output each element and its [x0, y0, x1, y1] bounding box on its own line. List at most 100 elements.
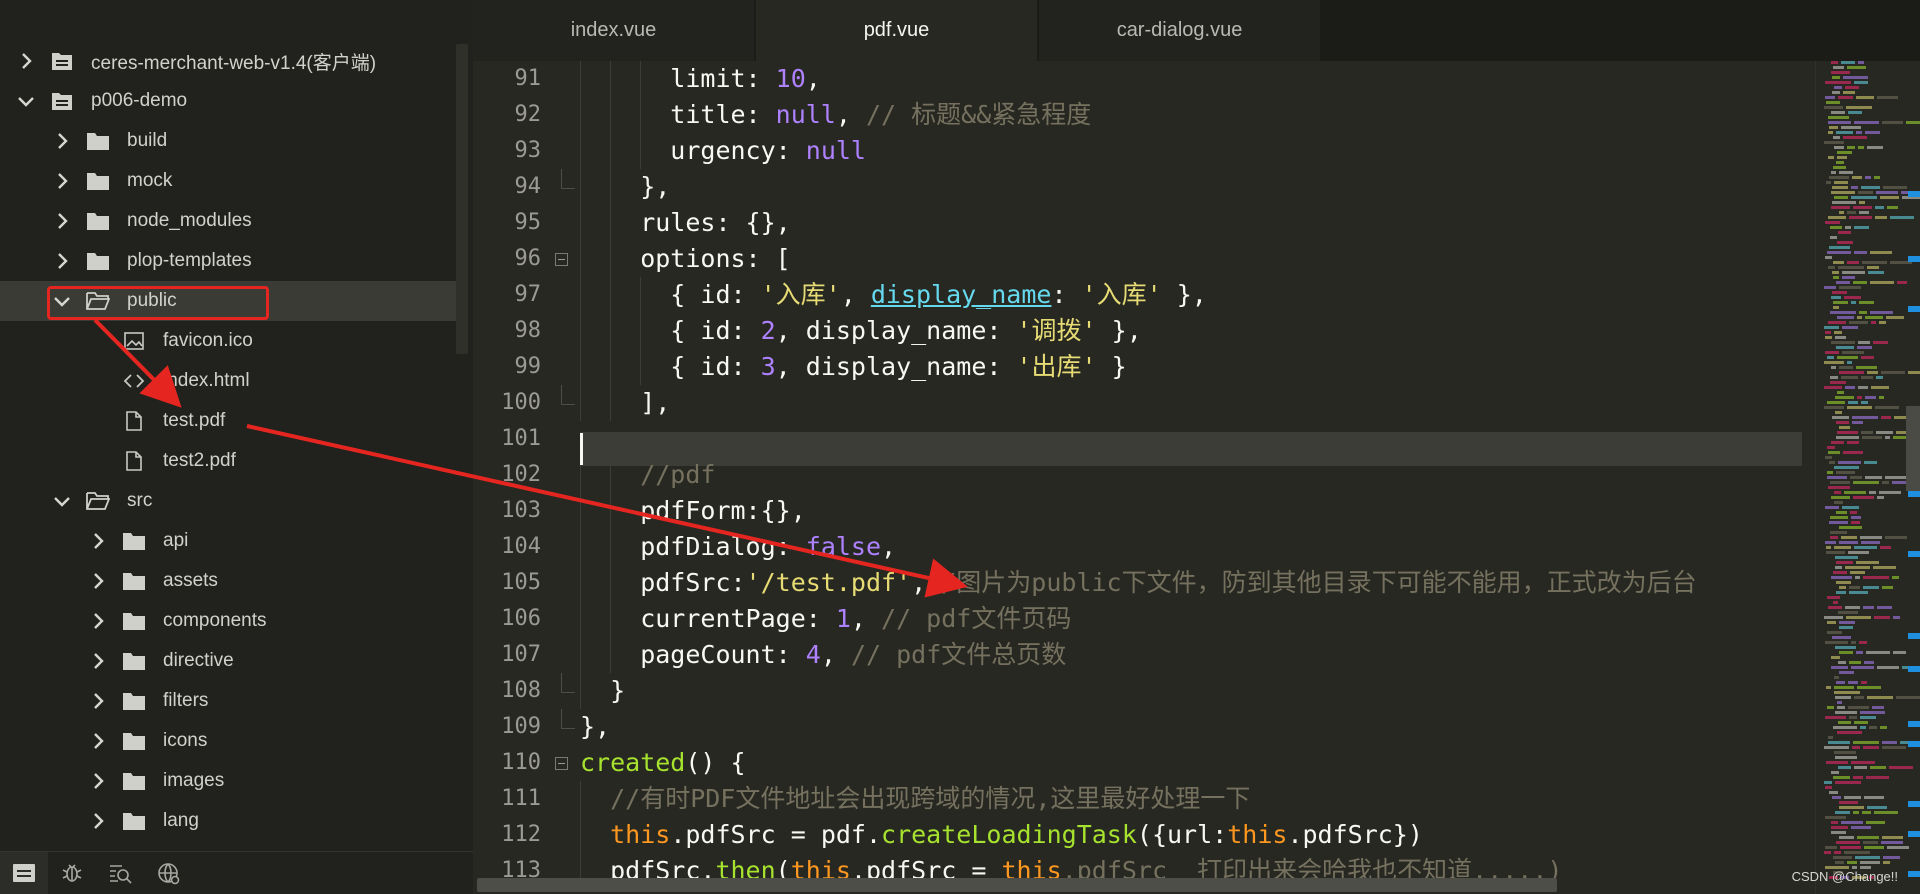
tree-item-plop-templates[interactable]: plop-templates — [0, 241, 456, 281]
code-token: '入库' — [760, 280, 841, 309]
tree-item-api[interactable]: api — [0, 521, 456, 561]
minimap-line — [1824, 106, 1843, 109]
minimap-line — [1832, 186, 1848, 189]
line-number: 109 — [501, 714, 541, 739]
search-list-icon[interactable] — [96, 852, 144, 894]
minimap-line — [1864, 461, 1877, 464]
minimap-line — [1892, 576, 1899, 579]
tree-item-mock[interactable]: mock — [0, 161, 456, 201]
minimap-line — [1839, 211, 1844, 214]
tree-item-filters[interactable]: filters — [0, 681, 456, 721]
chevron-right-icon[interactable] — [89, 570, 107, 592]
chevron-right-icon[interactable] — [53, 210, 71, 232]
line-number: 94 — [514, 174, 542, 199]
minimap-line — [1848, 681, 1858, 684]
line-number: 107 — [501, 642, 541, 667]
chevron-right-icon[interactable] — [89, 690, 107, 712]
minimap-line — [1835, 711, 1857, 714]
minimap-line — [1837, 701, 1842, 704]
indent-guide — [610, 601, 612, 637]
minimap-line — [1825, 256, 1832, 259]
chevron-right-icon[interactable] — [89, 650, 107, 672]
tree-item-directive[interactable]: directive — [0, 641, 456, 681]
tree-item-ceres-merchant-web-v1-4-[interactable]: ceres-merchant-web-v1.4(客户端) — [0, 41, 456, 81]
minimap-line — [1853, 206, 1872, 209]
tree-item-lang[interactable]: lang — [0, 801, 456, 841]
minimap-line — [1827, 356, 1834, 359]
tab-car-dialog-vue[interactable]: car-dialog.vue — [1039, 0, 1321, 61]
minimap-line — [1851, 761, 1875, 764]
minimap-line — [1835, 556, 1858, 559]
indent-guide — [580, 601, 581, 637]
tab-pdf-vue[interactable]: pdf.vue — [756, 0, 1038, 61]
code-text: this.pdfSrc = pdf.createLoadingTask({url… — [610, 817, 1423, 853]
code-token[interactable]: display_name — [871, 280, 1052, 309]
line-number: 100 — [501, 390, 541, 415]
code-token: , — [881, 532, 897, 561]
code-text: { id: 2, display_name: '调拨' }, — [670, 313, 1141, 349]
remote-icon[interactable] — [144, 852, 192, 894]
minimap-line — [1867, 146, 1883, 149]
sidebar-scrollbar[interactable] — [456, 44, 468, 354]
minimap-line — [1834, 546, 1851, 549]
tree-item-build[interactable]: build — [0, 121, 456, 161]
chevron-down-icon[interactable] — [17, 90, 35, 112]
minimap-line — [1853, 776, 1863, 779]
debug-icon[interactable] — [48, 852, 96, 894]
chevron-right-icon[interactable] — [53, 170, 71, 192]
tree-item-components[interactable]: components — [0, 601, 456, 641]
minimap-line — [1842, 351, 1864, 354]
code-text: { id: 3, display_name: '出库' } — [670, 349, 1126, 385]
minimap-line — [1869, 491, 1876, 494]
minimap-line — [1848, 706, 1869, 709]
code-text: pageCount: 4, // pdf文件总页数 — [640, 637, 1066, 673]
tree-item-label: components — [163, 610, 267, 631]
tree-item-test-pdf[interactable]: test.pdf — [0, 401, 456, 441]
chevron-right-icon[interactable] — [89, 730, 107, 752]
chevron-right-icon[interactable] — [89, 770, 107, 792]
tree-item-label: api — [163, 530, 189, 551]
tree-item-src[interactable]: src — [0, 481, 456, 521]
horizontal-scrollbar[interactable] — [477, 878, 1557, 892]
code-line: 94}, — [473, 169, 1815, 205]
minimap-line — [1853, 481, 1879, 484]
minimap-line — [1860, 861, 1880, 864]
tree-item-icons[interactable]: icons — [0, 721, 456, 761]
minimap-line — [1831, 171, 1836, 174]
code-editor[interactable]: 91 limit: 10, 92 title: null, // 标题&&紧急程度 93… — [473, 61, 1815, 878]
chevron-right-icon[interactable] — [53, 250, 71, 272]
tree-item-images[interactable]: images — [0, 761, 456, 801]
chevron-right-icon[interactable] — [89, 530, 107, 552]
chevron-right-icon[interactable] — [53, 130, 71, 152]
chevron-right-icon[interactable] — [89, 810, 107, 832]
tree-item-assets[interactable]: assets — [0, 561, 456, 601]
tree-item-test2-pdf[interactable]: test2.pdf — [0, 441, 456, 481]
chevron-right-icon[interactable] — [17, 50, 35, 72]
tree-item-index-html[interactable]: index.html — [0, 361, 456, 401]
minimap-viewport[interactable] — [1906, 406, 1920, 491]
minimap-line — [1831, 576, 1852, 579]
indent-guide — [580, 97, 581, 133]
chevron-right-icon[interactable] — [89, 610, 107, 632]
files-icon[interactable] — [0, 852, 48, 894]
code-text: pdfSrc:'/test.pdf',//图片为public下文件，防到其他目录… — [640, 565, 1696, 601]
tab-index-vue[interactable]: index.vue — [473, 0, 755, 61]
tree-item-favicon-ico[interactable]: favicon.ico — [0, 321, 456, 361]
minimap-line — [1827, 446, 1835, 449]
code-token: 10 — [775, 64, 806, 93]
tree-item-node-modules[interactable]: node_modules — [0, 201, 456, 241]
code-token: pdfDialog: — [640, 532, 806, 561]
minimap-line — [1827, 401, 1845, 404]
minimap-line — [1829, 461, 1835, 464]
code-text: rules: {}, — [640, 205, 791, 241]
minimap-line — [1835, 756, 1857, 759]
minimap[interactable] — [1815, 61, 1920, 894]
tree-item-label: filters — [163, 690, 209, 711]
minimap-line — [1831, 296, 1841, 299]
fold-toggle-icon[interactable] — [555, 253, 568, 266]
fold-toggle-icon[interactable] — [555, 757, 568, 770]
chevron-down-icon[interactable] — [53, 490, 71, 512]
minimap-line — [1833, 301, 1848, 304]
tree-item-p006-demo[interactable]: p006-demo — [0, 81, 456, 121]
code-text: title: null, // 标题&&紧急程度 — [670, 97, 1091, 133]
